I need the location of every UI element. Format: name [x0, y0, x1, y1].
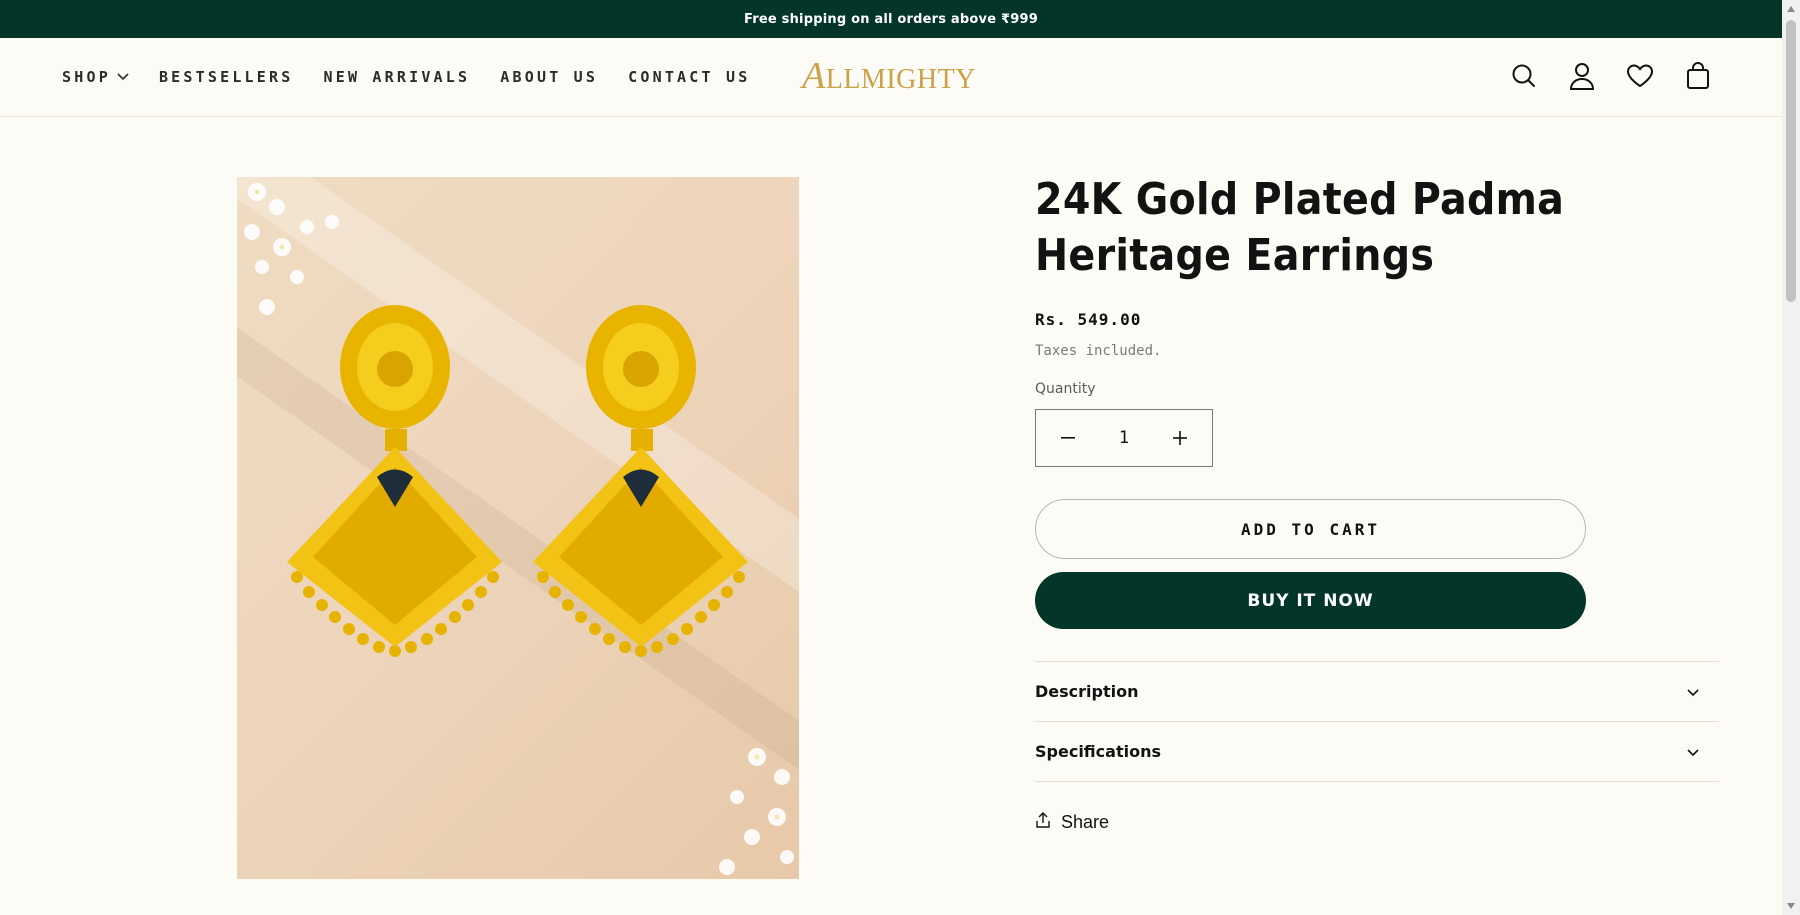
product-image[interactable]: [237, 177, 799, 879]
header-icons: [1510, 60, 1712, 92]
search-icon[interactable]: [1510, 60, 1538, 92]
product-accordion: Description Specifications: [1035, 661, 1719, 782]
cart-bag-icon[interactable]: [1684, 60, 1712, 92]
nav-item-contact-us[interactable]: CONTACT US: [628, 68, 750, 86]
page-scrollbar[interactable]: [1782, 0, 1800, 915]
site-header: SHOP BESTSELLERS NEW ARRIVALS ABOUT US C…: [0, 38, 1782, 117]
chevron-down-icon: [117, 72, 129, 81]
scroll-up-arrow-icon[interactable]: [1786, 4, 1796, 14]
nav-item-new-arrivals[interactable]: NEW ARRIVALS: [323, 68, 470, 86]
nav-item-bestsellers[interactable]: BESTSELLERS: [159, 68, 294, 86]
logo-text: ALLMIGHTY: [802, 55, 976, 97]
wishlist-heart-icon[interactable]: [1626, 60, 1654, 92]
account-icon[interactable]: [1568, 60, 1596, 92]
accordion-specifications[interactable]: Specifications: [1035, 722, 1719, 782]
announcement-text: Free shipping on all orders above ₹999: [744, 11, 1038, 27]
share-label: Share: [1061, 812, 1110, 832]
chevron-down-icon: [1687, 682, 1699, 701]
accordion-description-label: Description: [1035, 682, 1139, 701]
quantity-label: Quantity: [1035, 381, 1096, 397]
nav-label-contact-us: CONTACT US: [628, 67, 751, 86]
share-button[interactable]: Share: [1035, 812, 1719, 833]
main-nav: SHOP BESTSELLERS NEW ARRIVALS ABOUT US C…: [62, 38, 780, 115]
announcement-bar: Free shipping on all orders above ₹999: [0, 0, 1782, 38]
nav-label-shop: SHOP: [62, 67, 111, 86]
share-icon: [1035, 812, 1051, 833]
nav-label-bestsellers: BESTSELLERS: [158, 67, 294, 86]
nav-label-about-us: ABOUT US: [500, 67, 599, 86]
accordion-description[interactable]: Description: [1035, 662, 1719, 722]
quantity-stepper: 1: [1035, 409, 1213, 467]
product-price: Rs. 549.00: [1035, 310, 1142, 329]
nav-item-shop[interactable]: SHOP: [62, 68, 129, 86]
nav-item-about-us[interactable]: ABOUT US: [500, 68, 598, 86]
quantity-input[interactable]: 1: [1104, 428, 1144, 448]
scrollbar-thumb[interactable]: [1786, 20, 1796, 302]
product-info: 24K Gold Plated Padma Heritage Earrings …: [1035, 172, 1719, 833]
nav-label-new-arrivals: NEW ARRIVALS: [323, 67, 471, 86]
minus-icon[interactable]: [1056, 426, 1080, 450]
scroll-down-arrow-icon[interactable]: [1786, 901, 1796, 911]
earrings-illustration: [244, 183, 794, 875]
add-to-cart-button[interactable]: ADD TO CART: [1035, 499, 1586, 559]
buy-now-button[interactable]: BUY IT NOW: [1035, 572, 1586, 629]
brand-logo[interactable]: ALLMIGHTY: [802, 54, 982, 98]
chevron-down-icon: [1687, 742, 1699, 761]
plus-icon[interactable]: [1168, 426, 1192, 450]
accordion-specifications-label: Specifications: [1035, 742, 1161, 761]
tax-note: Taxes included.: [1035, 343, 1162, 359]
product-title: 24K Gold Plated Padma Heritage Earrings: [1035, 174, 1565, 281]
